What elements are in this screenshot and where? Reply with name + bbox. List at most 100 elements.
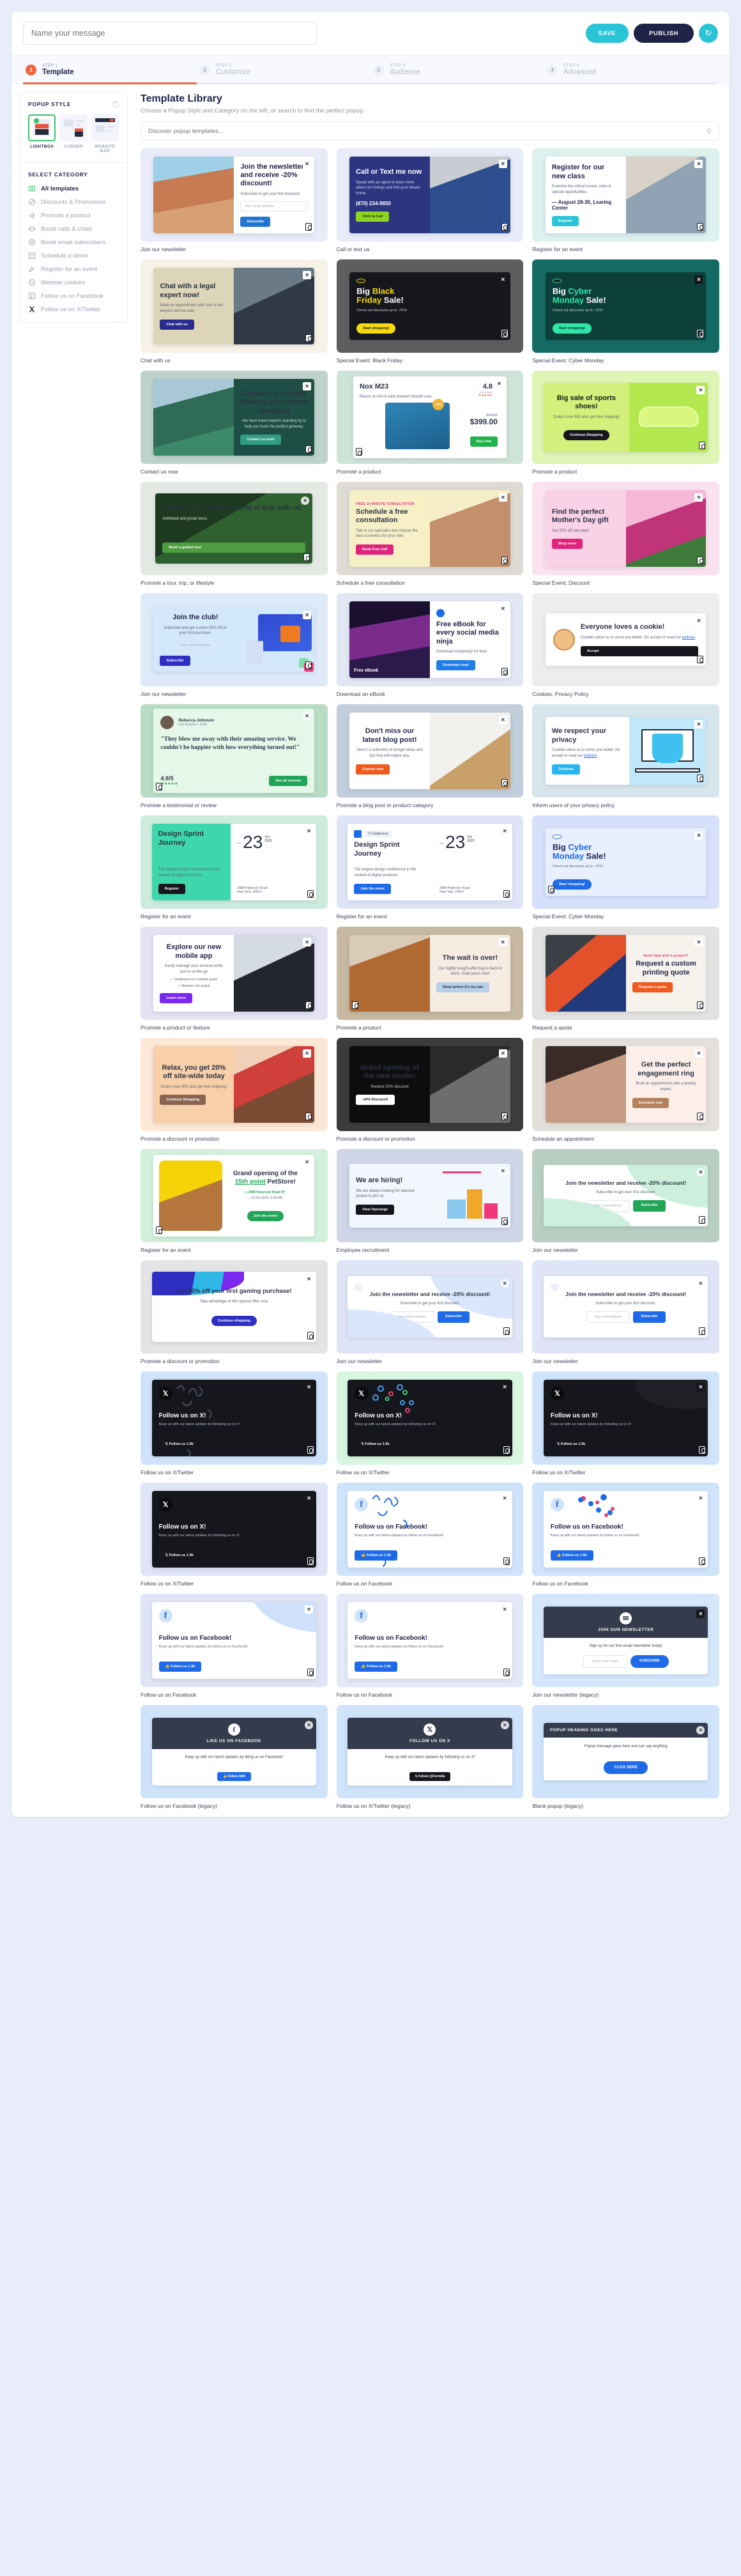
cta-button[interactable]: Start shopping! bbox=[552, 879, 592, 890]
template-preview[interactable]: 𝕏 Follow us on X! Keep up with our lates… bbox=[141, 1483, 328, 1576]
template-popup[interactable]: 𝕏 Follow us on X! Keep up with our lates… bbox=[543, 1380, 708, 1456]
template-card[interactable]: Design Sprint Journey The largest design… bbox=[141, 815, 328, 920]
cta-button[interactable]: Book a guided tour bbox=[162, 542, 306, 553]
template-popup[interactable]: Join the newsletter and receive -20% dis… bbox=[348, 1276, 512, 1338]
cta-button[interactable]: Buy now bbox=[470, 436, 498, 447]
template-preview[interactable]: f Follow us on Facebook! Keep up with ou… bbox=[141, 1594, 328, 1687]
sidebar-item-follow-us-on-facebook[interactable]: Follow us on Facebook bbox=[28, 292, 119, 300]
cta-button[interactable]: Start shopping! bbox=[356, 323, 396, 334]
close-icon[interactable]: ✕ bbox=[303, 1049, 312, 1058]
policies-link[interactable]: policies bbox=[584, 754, 597, 758]
sidebar-item-boost-email-subscribers[interactable]: Boost email subscribers bbox=[28, 238, 119, 246]
cta-button[interactable]: Click to Call bbox=[356, 211, 390, 222]
close-icon[interactable]: ✕ bbox=[500, 1605, 509, 1614]
close-icon[interactable]: ✕ bbox=[500, 827, 509, 836]
close-icon[interactable]: ✕ bbox=[694, 938, 703, 947]
cta-button[interactable]: Join the event bbox=[354, 883, 391, 894]
template-preview[interactable]: Join the newsletter and receive -20% dis… bbox=[336, 1260, 524, 1354]
cta-button[interactable]: Chat with us bbox=[160, 319, 194, 330]
template-preview[interactable]: f Follow us on Facebook! Keep up with ou… bbox=[532, 1483, 719, 1576]
template-popup[interactable]: Get 20% off your first gaming purchase! … bbox=[151, 1271, 317, 1343]
template-card[interactable]: f Follow us on Facebook! Keep up with ou… bbox=[336, 1594, 524, 1698]
email-input[interactable]: Enter your email bbox=[583, 1655, 627, 1669]
popup-style-lightbox[interactable]: LIGHTBOX bbox=[28, 114, 56, 153]
template-preview[interactable]: Nox M23 Mauris ut nisl id nulla tincidun… bbox=[336, 371, 524, 464]
close-icon[interactable]: ✕ bbox=[498, 493, 507, 502]
close-icon[interactable]: ✕ bbox=[303, 271, 312, 280]
cta-button[interactable]: See all reviews bbox=[269, 775, 308, 786]
template-card[interactable]: Explore the amazing world of Bali with u… bbox=[141, 482, 328, 586]
template-card[interactable]: Big Cyber Monday Sale! Check out discount… bbox=[532, 815, 719, 920]
close-icon[interactable]: ✕ bbox=[303, 712, 312, 721]
template-popup[interactable]: Need help with a project? Request a cust… bbox=[545, 935, 707, 1012]
template-popup[interactable]: 𝕏 Follow us on X! Keep up with our lates… bbox=[151, 1380, 317, 1456]
email-input[interactable]: Your email address bbox=[586, 1200, 630, 1212]
template-card[interactable]: Don't miss our latest blog post! Here's … bbox=[336, 704, 524, 808]
template-popup[interactable]: ✉ JOIN OUR NEWSLETTER Sign up for our fr… bbox=[543, 1607, 708, 1674]
template-preview[interactable]: Don't miss our latest blog post! Here's … bbox=[336, 704, 524, 798]
template-preview[interactable]: f LIKE US ON FACEBOOK Keep up with our l… bbox=[141, 1705, 328, 1798]
template-card[interactable]: Rebecca Johnson Los Angeles, USA "They b… bbox=[141, 704, 328, 808]
template-card[interactable]: 𝕏 Follow us on X! Keep up with our lates… bbox=[141, 1371, 328, 1476]
template-preview[interactable]: Big Cyber Monday Sale! Check out discount… bbox=[532, 259, 719, 353]
close-icon[interactable]: ✕ bbox=[696, 1383, 705, 1392]
template-popup[interactable]: f Follow us on Facebook! Keep up with ou… bbox=[348, 1491, 512, 1568]
template-popup[interactable]: We are hiring! We are always looking for… bbox=[349, 1164, 510, 1228]
template-card[interactable]: Grand opening of the 15th point PetStore… bbox=[141, 1149, 328, 1253]
close-icon[interactable]: ✕ bbox=[694, 617, 703, 626]
sidebar-item-follow-us-on-x-twitter[interactable]: Follow us on X/Twitter bbox=[28, 305, 119, 313]
close-icon[interactable]: ✕ bbox=[305, 1274, 314, 1283]
sidebar-item-website-cookies[interactable]: Website cookies bbox=[28, 279, 119, 286]
close-icon[interactable]: ✕ bbox=[696, 1494, 705, 1503]
template-preview[interactable]: Find the perfect Mother's Day gift Get 2… bbox=[532, 482, 719, 575]
template-preview[interactable]: Big Cyber Monday Sale! Check out discount… bbox=[532, 815, 719, 909]
template-card[interactable]: 𝕏 Follow us on X! Keep up with our lates… bbox=[532, 1371, 719, 1476]
template-popup[interactable]: Big Cyber Monday Sale! Check out discount… bbox=[545, 272, 707, 340]
template-card[interactable]: 𝕏 Follow us on X! Keep up with our lates… bbox=[336, 1371, 524, 1476]
sidebar-item-discounts-promotions[interactable]: Discounts & Promotions bbox=[28, 198, 119, 206]
template-card[interactable]: We are hiring! We are always looking for… bbox=[336, 1149, 524, 1253]
template-preview[interactable]: Explore our new mobile app Easily manage… bbox=[141, 927, 328, 1020]
template-preview[interactable]: Join the newsletter and receive -20% dis… bbox=[532, 1260, 719, 1354]
template-popup[interactable]: Get the perfect engagement ring Book an … bbox=[545, 1046, 707, 1123]
policies-link[interactable]: policies bbox=[682, 636, 695, 640]
template-preview[interactable]: Call or Text me now Speak with an agent … bbox=[336, 148, 524, 242]
template-preview[interactable]: f Follow us on Facebook! Keep up with ou… bbox=[336, 1594, 524, 1687]
close-icon[interactable]: ✕ bbox=[694, 160, 703, 169]
template-popup[interactable]: Join the newsletter and receive -20% dis… bbox=[153, 157, 315, 233]
template-card[interactable]: FREE 10 MINUTE CONSULTATION Schedule a f… bbox=[336, 482, 524, 586]
close-icon[interactable]: ✕ bbox=[696, 1610, 705, 1619]
template-card[interactable]: Register for our new class Examine the c… bbox=[532, 148, 719, 252]
close-icon[interactable]: ✕ bbox=[500, 1494, 509, 1503]
cta-button[interactable]: Continue bbox=[551, 764, 581, 775]
template-card[interactable]: Get 20% off your first gaming purchase! … bbox=[141, 1260, 328, 1364]
cta-button[interactable]: Continue shopping bbox=[211, 1315, 257, 1326]
close-icon[interactable]: ✕ bbox=[498, 1049, 507, 1058]
template-card[interactable]: We respect your privacy Cookies allow us… bbox=[532, 704, 719, 808]
template-popup[interactable]: 𝕏 Follow us on X! Keep up with our lates… bbox=[348, 1380, 512, 1456]
template-card[interactable]: f Follow us on Facebook! Keep up with ou… bbox=[141, 1594, 328, 1698]
cta-button[interactable]: Continue Shopping bbox=[563, 430, 609, 441]
cta-button[interactable]: Schedule now bbox=[632, 1097, 669, 1108]
template-preview[interactable]: Join the club! Subscribe and get a extra… bbox=[141, 593, 328, 686]
template-card[interactable]: 𝕏 Follow us on X! Keep up with our lates… bbox=[141, 1483, 328, 1587]
cta-button[interactable]: -20% Discount! bbox=[356, 1095, 395, 1106]
template-preview[interactable]: FREE 10 MINUTE CONSULTATION Schedule a f… bbox=[336, 482, 524, 575]
template-popup[interactable]: 𝕏 FOLLOW US ON X Keep up with our latest… bbox=[348, 1718, 512, 1785]
template-popup[interactable]: f LIKE US ON FACEBOOK Keep up with our l… bbox=[151, 1718, 317, 1785]
template-card[interactable]: Big Cyber Monday Sale! Check out discount… bbox=[532, 259, 719, 364]
template-popup[interactable]: Relax, you get 20% off site-wide today O… bbox=[153, 1046, 315, 1123]
publish-button[interactable]: PUBLISH bbox=[634, 24, 694, 43]
cta-button[interactable]: Download now! bbox=[436, 659, 476, 670]
template-popup[interactable]: f Follow us on Facebook! Keep up with ou… bbox=[348, 1602, 512, 1679]
close-icon[interactable]: ✕ bbox=[305, 1605, 314, 1614]
template-card[interactable]: Join the club! Subscribe and get a extra… bbox=[141, 593, 328, 697]
template-preview[interactable]: 𝕏 Follow us on X! Keep up with our lates… bbox=[532, 1371, 719, 1465]
cta-button[interactable]: CLICK HERE bbox=[604, 1761, 648, 1774]
template-card[interactable]: Free eBook Free eBook for every social m… bbox=[336, 593, 524, 697]
template-preview[interactable]: Chat with a legal expert now! Make an ap… bbox=[141, 259, 328, 353]
close-icon[interactable]: ✕ bbox=[694, 1049, 703, 1058]
template-preview[interactable]: IT Conference Design Sprint Journey The … bbox=[336, 815, 524, 909]
email-input[interactable]: Your email address bbox=[586, 1311, 630, 1323]
template-preview[interactable]: Need help with a project? Request a cust… bbox=[532, 927, 719, 1020]
